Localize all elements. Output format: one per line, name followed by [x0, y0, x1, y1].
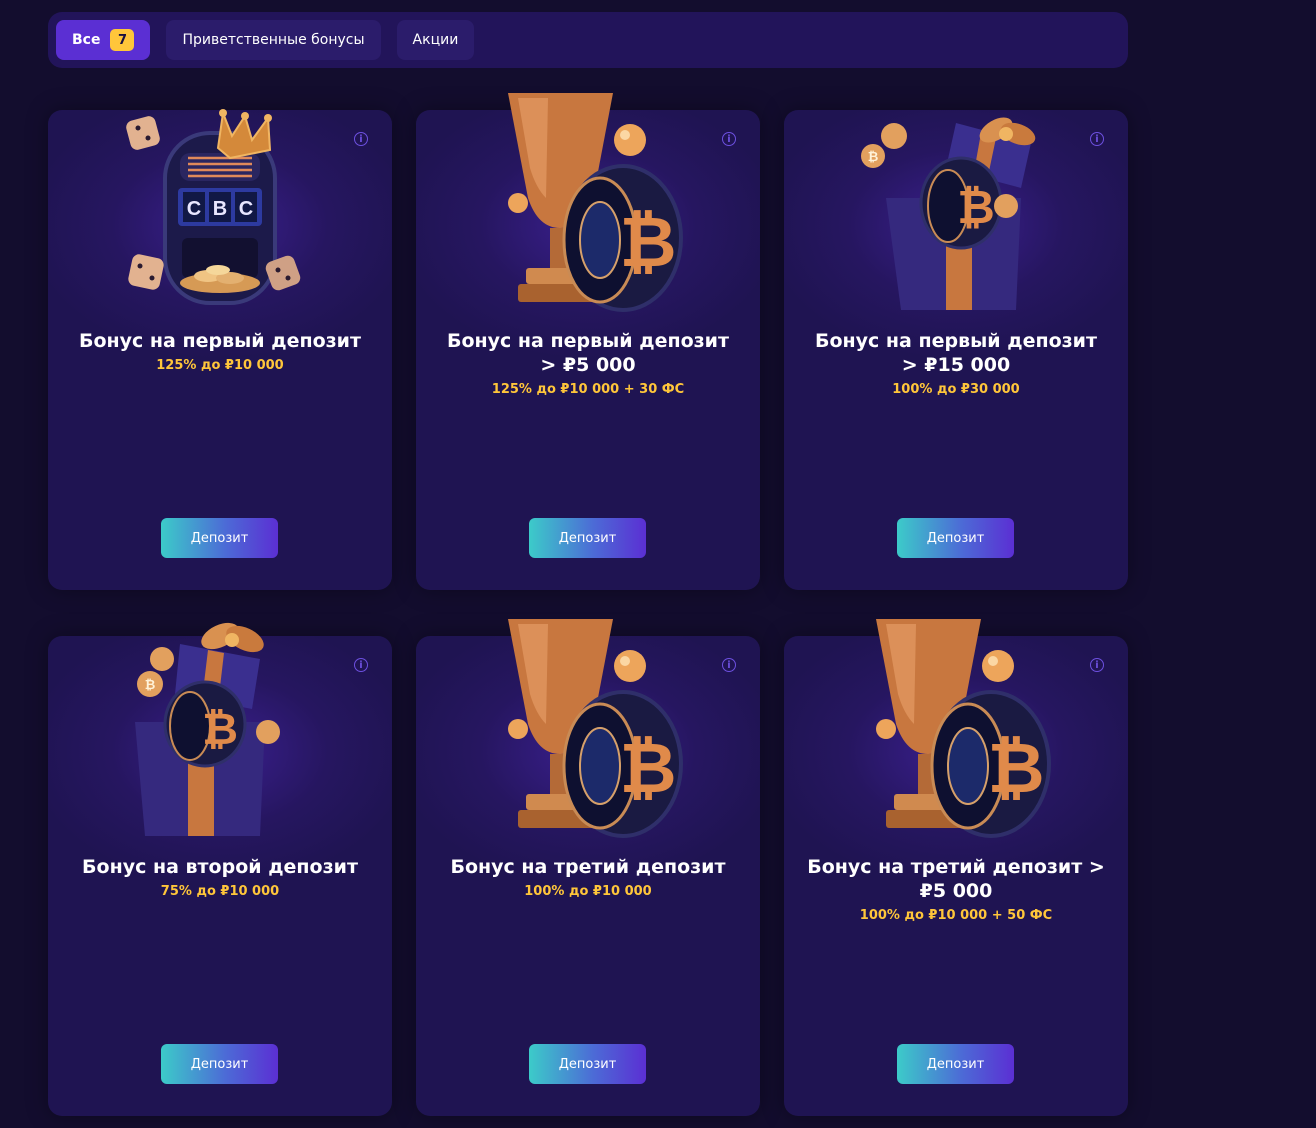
- svg-text:₿: ₿: [202, 705, 238, 754]
- bonus-offer-text: 100% до ₽30 000: [892, 382, 1020, 397]
- bonus-title: Бонус на третий депозит > ₽5 000: [807, 856, 1105, 902]
- info-icon[interactable]: i: [1090, 132, 1104, 146]
- tab-all[interactable]: Все 7: [56, 20, 151, 60]
- deposit-button[interactable]: Депозит: [897, 1044, 1014, 1084]
- svg-text:₿: ₿: [987, 729, 1044, 807]
- svg-text:₿: ₿: [145, 677, 156, 692]
- bonus-card: i ₿ Бонус на третий депозит > ₽5 000 100…: [784, 619, 1128, 1116]
- trophy-bitcoin-icon: ₿: [508, 93, 683, 312]
- info-icon[interactable]: i: [722, 132, 736, 146]
- bonus-title: Бонус на второй депозит: [82, 856, 358, 878]
- tab-promotions[interactable]: Акции: [396, 20, 475, 60]
- bonus-card: i ₿ Бонус на первый депозит > ₽5 000 125…: [416, 93, 760, 590]
- bonus-offer-text: 125% до ₽10 000 + 30 ФС: [491, 382, 685, 397]
- deposit-button[interactable]: Депозит: [529, 518, 646, 558]
- trophy-bitcoin-icon: ₿: [508, 619, 683, 838]
- bonus-card: i ₿ ₿ Бонус на первый депозит > ₽15 000 …: [784, 110, 1128, 590]
- gift-box-bitcoin-icon: ₿ ₿: [135, 622, 280, 836]
- svg-text:₿: ₿: [619, 729, 676, 807]
- info-icon[interactable]: i: [354, 132, 368, 146]
- bonus-filter-bar: Все 7 Приветственные бонусы Акции: [48, 12, 1128, 68]
- svg-text:C: C: [239, 198, 253, 220]
- svg-text:C: C: [187, 198, 201, 220]
- bonus-card: i C B C Бонус на первый депозит 125% до …: [48, 109, 392, 590]
- svg-text:₿: ₿: [619, 203, 676, 281]
- bonus-card: i ₿ Бонус на третий депозит 100% до ₽10 …: [416, 619, 760, 1116]
- bonus-title: Бонус на первый депозит > ₽15 000: [814, 330, 1097, 376]
- svg-text:B: B: [213, 198, 227, 220]
- bonus-offer-text: 100% до ₽10 000 + 50 ФС: [859, 908, 1053, 923]
- bonus-title: Бонус на первый депозит > ₽5 000: [446, 330, 729, 376]
- trophy-bitcoin-icon: ₿: [876, 619, 1051, 838]
- bonus-offer-text: 100% до ₽10 000: [524, 884, 652, 899]
- deposit-button[interactable]: Депозит: [161, 518, 278, 558]
- svg-text:₿: ₿: [868, 149, 879, 164]
- info-icon[interactable]: i: [722, 658, 736, 672]
- deposit-button[interactable]: Депозит: [529, 1044, 646, 1084]
- bonus-card: i ₿ ₿ Бонус на второй депозит 75% до ₽10…: [48, 622, 392, 1116]
- gift-box-bitcoin-icon: ₿ ₿: [861, 117, 1036, 310]
- tab-all-label: Все: [72, 32, 101, 48]
- deposit-button[interactable]: Депозит: [897, 518, 1014, 558]
- info-icon[interactable]: i: [1090, 658, 1104, 672]
- deposit-button[interactable]: Депозит: [161, 1044, 278, 1084]
- bonus-title: Бонус на третий депозит: [450, 856, 726, 878]
- tab-all-count-badge: 7: [110, 29, 135, 51]
- bonus-offer-text: 125% до ₽10 000: [156, 358, 284, 373]
- tab-welcome-bonuses[interactable]: Приветственные бонусы: [166, 20, 381, 60]
- info-icon[interactable]: i: [354, 658, 368, 672]
- bonus-title: Бонус на первый депозит: [78, 330, 361, 352]
- svg-text:₿: ₿: [957, 181, 995, 233]
- bonus-offer-text: 75% до ₽10 000: [160, 884, 280, 899]
- slot-machine-icon: C B C: [126, 109, 301, 305]
